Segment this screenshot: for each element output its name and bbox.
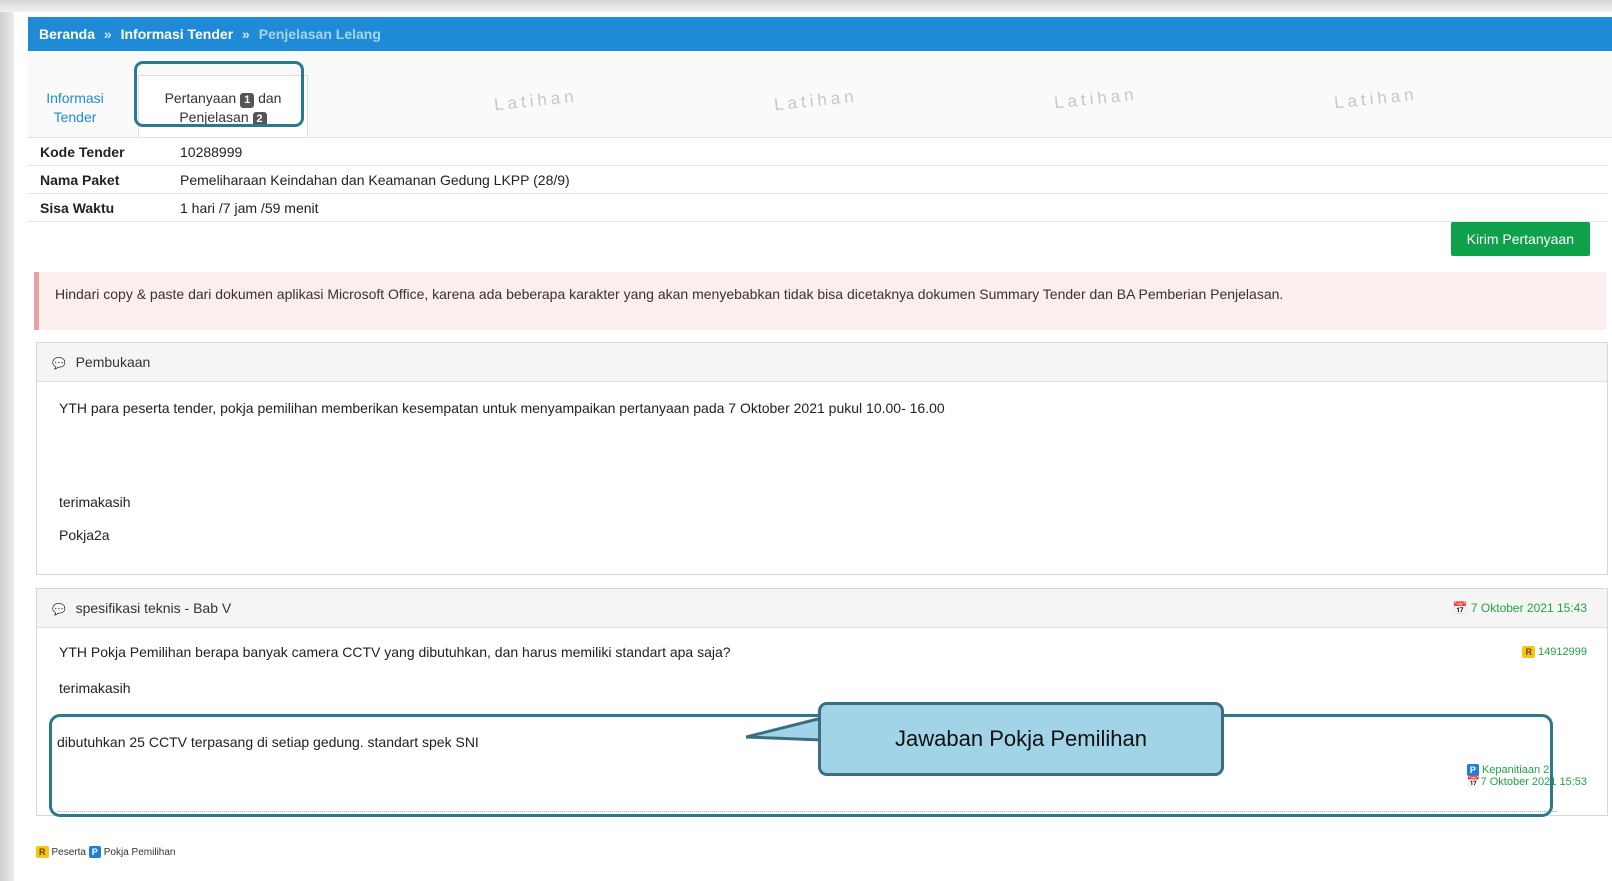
tab-informasi-tender[interactable]: Informasi Tender bbox=[34, 89, 116, 127]
panel-title: Pembukaan bbox=[75, 354, 151, 370]
window-frame-top bbox=[0, 0, 1612, 12]
breadcrumb-section[interactable]: Informasi Tender bbox=[121, 26, 234, 42]
sisa-waktu-label: Sisa Waktu bbox=[28, 193, 168, 222]
count-badge: 1 bbox=[240, 93, 255, 108]
table-row: Nama Paket Pemeliharaan Keindahan dan Ke… bbox=[28, 165, 1608, 194]
callout-pointer bbox=[746, 716, 824, 742]
breadcrumb-separator: » bbox=[242, 26, 250, 42]
send-question-button[interactable]: Kirim Pertanyaan bbox=[1450, 222, 1590, 256]
nama-paket-label: Nama Paket bbox=[28, 165, 168, 194]
tab-bar: Latihan Latihan Latihan Latihan Informas… bbox=[28, 51, 1612, 138]
tab-label: Penjelasan bbox=[179, 109, 249, 125]
opening-panel: 💬 Pembukaan YTH para peserta tender, pok… bbox=[36, 342, 1608, 575]
table-row: Sisa Waktu 1 hari /7 jam /59 menit bbox=[28, 193, 1608, 222]
pokja-tag: P bbox=[1466, 764, 1479, 776]
answer-date: 7 Oktober 2021 15:53 bbox=[1480, 776, 1587, 788]
panel-header: 💬 Pembukaan bbox=[37, 343, 1607, 382]
opening-message: YTH para peserta tender, pokja pemilihan… bbox=[59, 400, 945, 416]
table-row: Kode Tender 10288999 bbox=[28, 138, 1608, 166]
calendar-icon: 📅 bbox=[1452, 601, 1468, 615]
tab-label: Pertanyaan bbox=[164, 90, 237, 106]
breadcrumb-home[interactable]: Beranda bbox=[39, 26, 95, 42]
watermark: Latihan bbox=[1333, 84, 1419, 113]
tab-label: Tender bbox=[53, 109, 97, 125]
kode-tender-label: Kode Tender bbox=[28, 138, 168, 166]
callout-jawaban: Jawaban Pokja Pemilihan bbox=[818, 702, 1224, 776]
breadcrumb-current: Penjelasan Lelang bbox=[258, 26, 381, 42]
thread-date-text: 7 Oktober 2021 15:43 bbox=[1470, 601, 1587, 615]
tab-label: Informasi bbox=[46, 90, 104, 106]
watermark: Latihan bbox=[1053, 84, 1139, 113]
thread-date: 📅 7 Oktober 2021 15:43 bbox=[1453, 589, 1587, 627]
peserta-tag: R bbox=[36, 846, 49, 858]
legend-label: Peserta bbox=[51, 847, 86, 858]
peserta-tag: R bbox=[1522, 646, 1535, 658]
question-text: YTH Pokja Pemilihan berapa banyak camera… bbox=[59, 644, 731, 660]
tender-info-table: Kode Tender 10288999 Nama Paket Pemeliha… bbox=[28, 138, 1608, 222]
opening-signature: Pokja2a bbox=[59, 527, 110, 543]
sisa-waktu-value: 1 hari /7 jam /59 menit bbox=[168, 193, 1608, 222]
panel-header: 💬 spesifikasi teknis - Bab V 📅 7 Oktober… bbox=[37, 589, 1607, 628]
comments-icon: 💬 bbox=[52, 358, 66, 370]
tab-label: dan bbox=[258, 90, 282, 106]
warning-alert: Hindari copy & paste dari dokumen aplika… bbox=[34, 272, 1606, 330]
watermark: Latihan bbox=[493, 86, 579, 115]
kode-tender-value: 10288999 bbox=[168, 138, 1608, 166]
page: Beranda » Informasi Tender » Penjelasan … bbox=[28, 14, 1612, 881]
calendar-icon: 📅 bbox=[1466, 776, 1481, 788]
count-badge: 2 bbox=[252, 112, 267, 127]
question-meta: R 14912999 bbox=[1522, 646, 1587, 658]
comments-icon: 💬 bbox=[52, 604, 66, 616]
answer-text: dibutuhkan 25 CCTV terpasang di setiap g… bbox=[57, 734, 479, 750]
answer-meta: P Kepanitiaan 2 📅7 Oktober 2021 15:53 bbox=[1466, 764, 1587, 788]
tab-pertanyaan-penjelasan[interactable]: Pertanyaan 1 dan Penjelasan 2 bbox=[138, 75, 308, 137]
divider bbox=[57, 811, 1557, 812]
answer-user: Kepanitiaan 2 bbox=[1481, 764, 1550, 776]
nama-paket-value: Pemeliharaan Keindahan dan Keamanan Gedu… bbox=[168, 165, 1608, 194]
question-user: 14912999 bbox=[1538, 646, 1587, 658]
legend-label: Pokja Pemilihan bbox=[103, 847, 176, 858]
question-closing: terimakasih bbox=[59, 680, 131, 696]
watermark: Latihan bbox=[773, 86, 859, 115]
legend: R Peserta P Pokja Pemilihan bbox=[36, 846, 175, 858]
panel-title: spesifikasi teknis - Bab V bbox=[75, 600, 232, 616]
breadcrumb: Beranda » Informasi Tender » Penjelasan … bbox=[28, 17, 1612, 51]
pokja-tag: P bbox=[88, 846, 101, 858]
window-frame-left bbox=[0, 0, 14, 881]
opening-closing: terimakasih bbox=[59, 494, 131, 510]
breadcrumb-separator: » bbox=[103, 26, 112, 42]
